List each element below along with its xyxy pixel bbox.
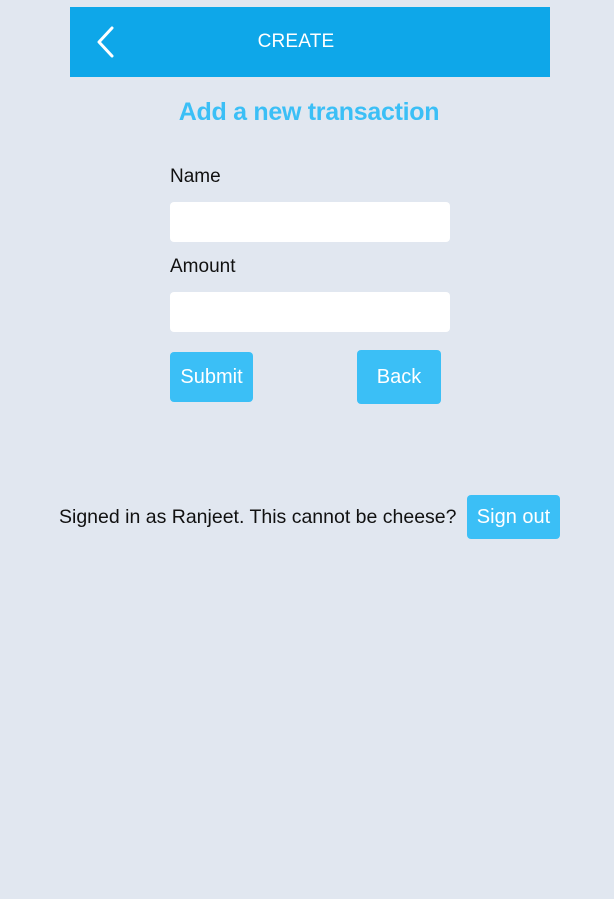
signed-in-status: Signed in as Ranjeet. This cannot be che…	[59, 506, 457, 528]
header-title: CREATE	[257, 31, 335, 52]
name-label: Name	[170, 166, 221, 187]
back-button[interactable]: Back	[357, 350, 441, 404]
amount-label: Amount	[170, 256, 236, 277]
page-title: Add a new transaction	[178, 98, 440, 126]
app-header: CREATE	[70, 7, 550, 77]
name-input[interactable]	[170, 202, 450, 242]
sign-out-button[interactable]: Sign out	[467, 495, 560, 539]
amount-input[interactable]	[170, 292, 450, 332]
submit-button[interactable]: Submit	[170, 352, 253, 402]
